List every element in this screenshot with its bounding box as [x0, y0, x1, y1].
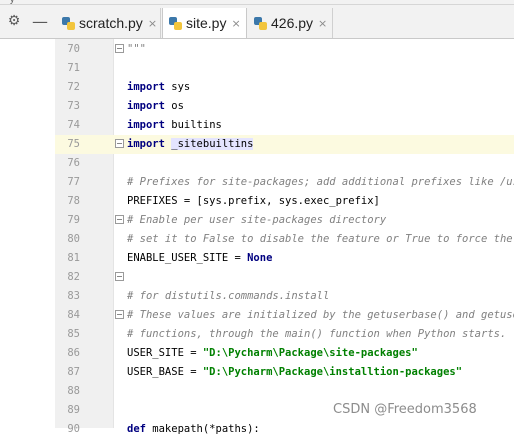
code-text: import sys [127, 81, 191, 93]
line-number: 82 [67, 271, 80, 283]
line-number: 76 [67, 157, 80, 169]
tab-site-py[interactable]: site.py × [162, 8, 247, 38]
close-icon[interactable]: × [318, 17, 327, 30]
fold-icon[interactable] [115, 139, 124, 148]
minus-icon[interactable]: — [31, 12, 49, 31]
code-text: USER_SITE = "D:\Pycharm\Package\site-pac… [127, 347, 418, 359]
code-line[interactable]: 76 [55, 154, 514, 173]
fold-icon[interactable] [115, 310, 124, 319]
fold-icon[interactable] [115, 272, 124, 281]
code-text: import _sitebuiltins [127, 138, 254, 150]
line-number: 80 [67, 233, 80, 245]
line-number: 73 [67, 100, 80, 112]
python-file-icon [62, 16, 75, 30]
code-line[interactable]: 75 import _sitebuiltins [55, 135, 514, 154]
code-line[interactable]: 72 import sys [55, 78, 514, 97]
code-text: """ [127, 43, 146, 55]
code-line[interactable]: 80 # set it to False to disable the featu… [55, 230, 514, 249]
tab-label: 426.py [271, 15, 314, 31]
fold-icon[interactable] [115, 215, 124, 224]
code-text: def makepath(*paths): [127, 423, 260, 435]
close-icon[interactable]: × [148, 17, 157, 30]
line-number: 77 [67, 176, 80, 188]
line-number: 89 [67, 404, 80, 416]
code-line[interactable]: 82 [55, 268, 514, 287]
code-line[interactable]: 83 # for distutils.commands.install [55, 287, 514, 306]
line-number: 85 [67, 328, 80, 340]
title-fragment: y [10, 0, 15, 4]
code-line[interactable]: 86 USER_SITE = "D:\Pycharm\Package\site-p… [55, 344, 514, 363]
code-text: import os [127, 100, 184, 112]
project-pane-edge [0, 39, 55, 428]
code-text: USER_BASE = "D:\Pycharm\Package\installt… [127, 366, 463, 378]
line-number: 75 [67, 138, 80, 150]
python-file-icon [254, 16, 267, 30]
line-number: 87 [67, 366, 80, 378]
code-text: # set it to False to disable the feature… [127, 233, 514, 245]
line-number: 81 [67, 252, 80, 264]
gear-icon[interactable]: ⚙ [5, 12, 23, 30]
line-number: 88 [67, 385, 80, 397]
code-line[interactable]: 79 # Enable per user site-packages direct… [55, 211, 514, 230]
code-line[interactable]: 77 # Prefixes for site-packages; add addi… [55, 173, 514, 192]
watermark: CSDN @Freedom3568 [333, 402, 477, 417]
code-line[interactable]: 74 import builtins [55, 116, 514, 135]
python-file-icon [169, 16, 182, 30]
line-number: 78 [67, 195, 80, 207]
line-number: 71 [67, 62, 80, 74]
code-line[interactable]: 81 ENABLE_USER_SITE = None [55, 249, 514, 268]
line-number: 72 [67, 81, 80, 93]
code-line[interactable]: 78 PREFIXES = [sys.prefix, sys.exec_prefi… [55, 192, 514, 211]
code-text: import builtins [127, 119, 222, 131]
code-line[interactable]: 70 """ [55, 40, 514, 59]
editor-tab-bar: ⚙ — scratch.py × site.py × 426.py × [0, 5, 514, 39]
line-number: 83 [67, 290, 80, 302]
code-text: PREFIXES = [sys.prefix, sys.exec_prefix] [127, 195, 380, 207]
code-line[interactable]: 73 import os [55, 97, 514, 116]
code-text: # Enable per user site-packages director… [127, 214, 387, 226]
line-number: 74 [67, 119, 80, 131]
code-line[interactable]: 84 # These values are initialized by the … [55, 306, 514, 325]
fold-icon[interactable] [115, 44, 124, 53]
tab-426-py[interactable]: 426.py × [248, 8, 333, 38]
line-number: 70 [67, 43, 80, 55]
tab-label: site.py [186, 15, 227, 31]
line-number: 79 [67, 214, 80, 226]
line-number: 84 [67, 309, 80, 321]
code-line[interactable]: 90 def makepath(*paths): [55, 420, 514, 439]
code-text: ENABLE_USER_SITE = None [127, 252, 273, 264]
code-line[interactable]: 88 [55, 382, 514, 401]
close-icon[interactable]: × [231, 17, 240, 30]
code-text: # for distutils.commands.install [127, 290, 330, 302]
code-text: # functions, through the main() function… [127, 328, 507, 340]
code-line[interactable]: 85 # functions, through the main() functi… [55, 325, 514, 344]
code-line[interactable]: 87 USER_BASE = "D:\Pycharm\Package\instal… [55, 363, 514, 382]
line-number: 86 [67, 347, 80, 359]
tab-label: scratch.py [79, 15, 143, 31]
code-text: # These values are initialized by the ge… [127, 309, 514, 321]
tab-scratch-py[interactable]: scratch.py × [56, 8, 161, 38]
line-number: 90 [67, 423, 80, 435]
code-text: # Prefixes for site-packages; add additi… [127, 176, 514, 188]
code-line[interactable]: 71 [55, 59, 514, 78]
